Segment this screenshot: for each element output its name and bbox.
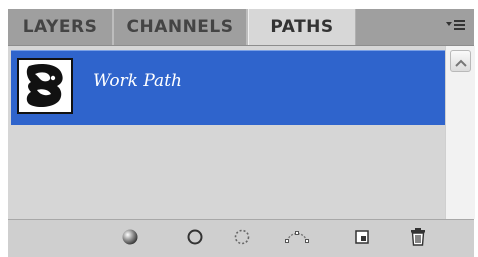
- new-path-icon: [353, 228, 371, 250]
- make-work-path-button[interactable]: [284, 226, 310, 252]
- panel-menu-icon: [446, 18, 466, 37]
- tab-paths[interactable]: PATHS: [248, 9, 356, 45]
- path-thumbnail: [17, 58, 73, 114]
- load-path-as-selection-button[interactable]: [229, 226, 255, 252]
- load-path-as-selection-icon: [233, 228, 251, 250]
- chevron-up-icon: [454, 52, 467, 71]
- delete-path-button[interactable]: [405, 226, 431, 252]
- new-path-button[interactable]: [349, 226, 375, 252]
- panel-menu-button[interactable]: [444, 17, 466, 37]
- tab-layers[interactable]: LAYERS: [8, 9, 114, 45]
- vertical-scrollbar[interactable]: [445, 46, 475, 219]
- path-list: Work Path: [8, 46, 445, 219]
- scroll-up-button[interactable]: [450, 50, 471, 72]
- tab-bar: LAYERS CHANNELS PATHS: [8, 9, 474, 46]
- tab-channels[interactable]: CHANNELS: [114, 9, 248, 45]
- path-shape-icon: [26, 64, 63, 107]
- fill-path-button[interactable]: [117, 226, 143, 252]
- fill-path-icon: [121, 228, 139, 250]
- trash-icon: [409, 227, 427, 251]
- panel-bottom-toolbar: [8, 219, 474, 257]
- path-name: Work Path: [93, 71, 182, 91]
- stroke-path-icon: [186, 228, 204, 250]
- make-work-path-icon: [284, 228, 310, 250]
- stroke-path-button[interactable]: [182, 226, 208, 252]
- path-row-work-path[interactable]: Work Path: [11, 50, 445, 125]
- paths-panel: LAYERS CHANNELS PATHS Work Path: [8, 9, 475, 257]
